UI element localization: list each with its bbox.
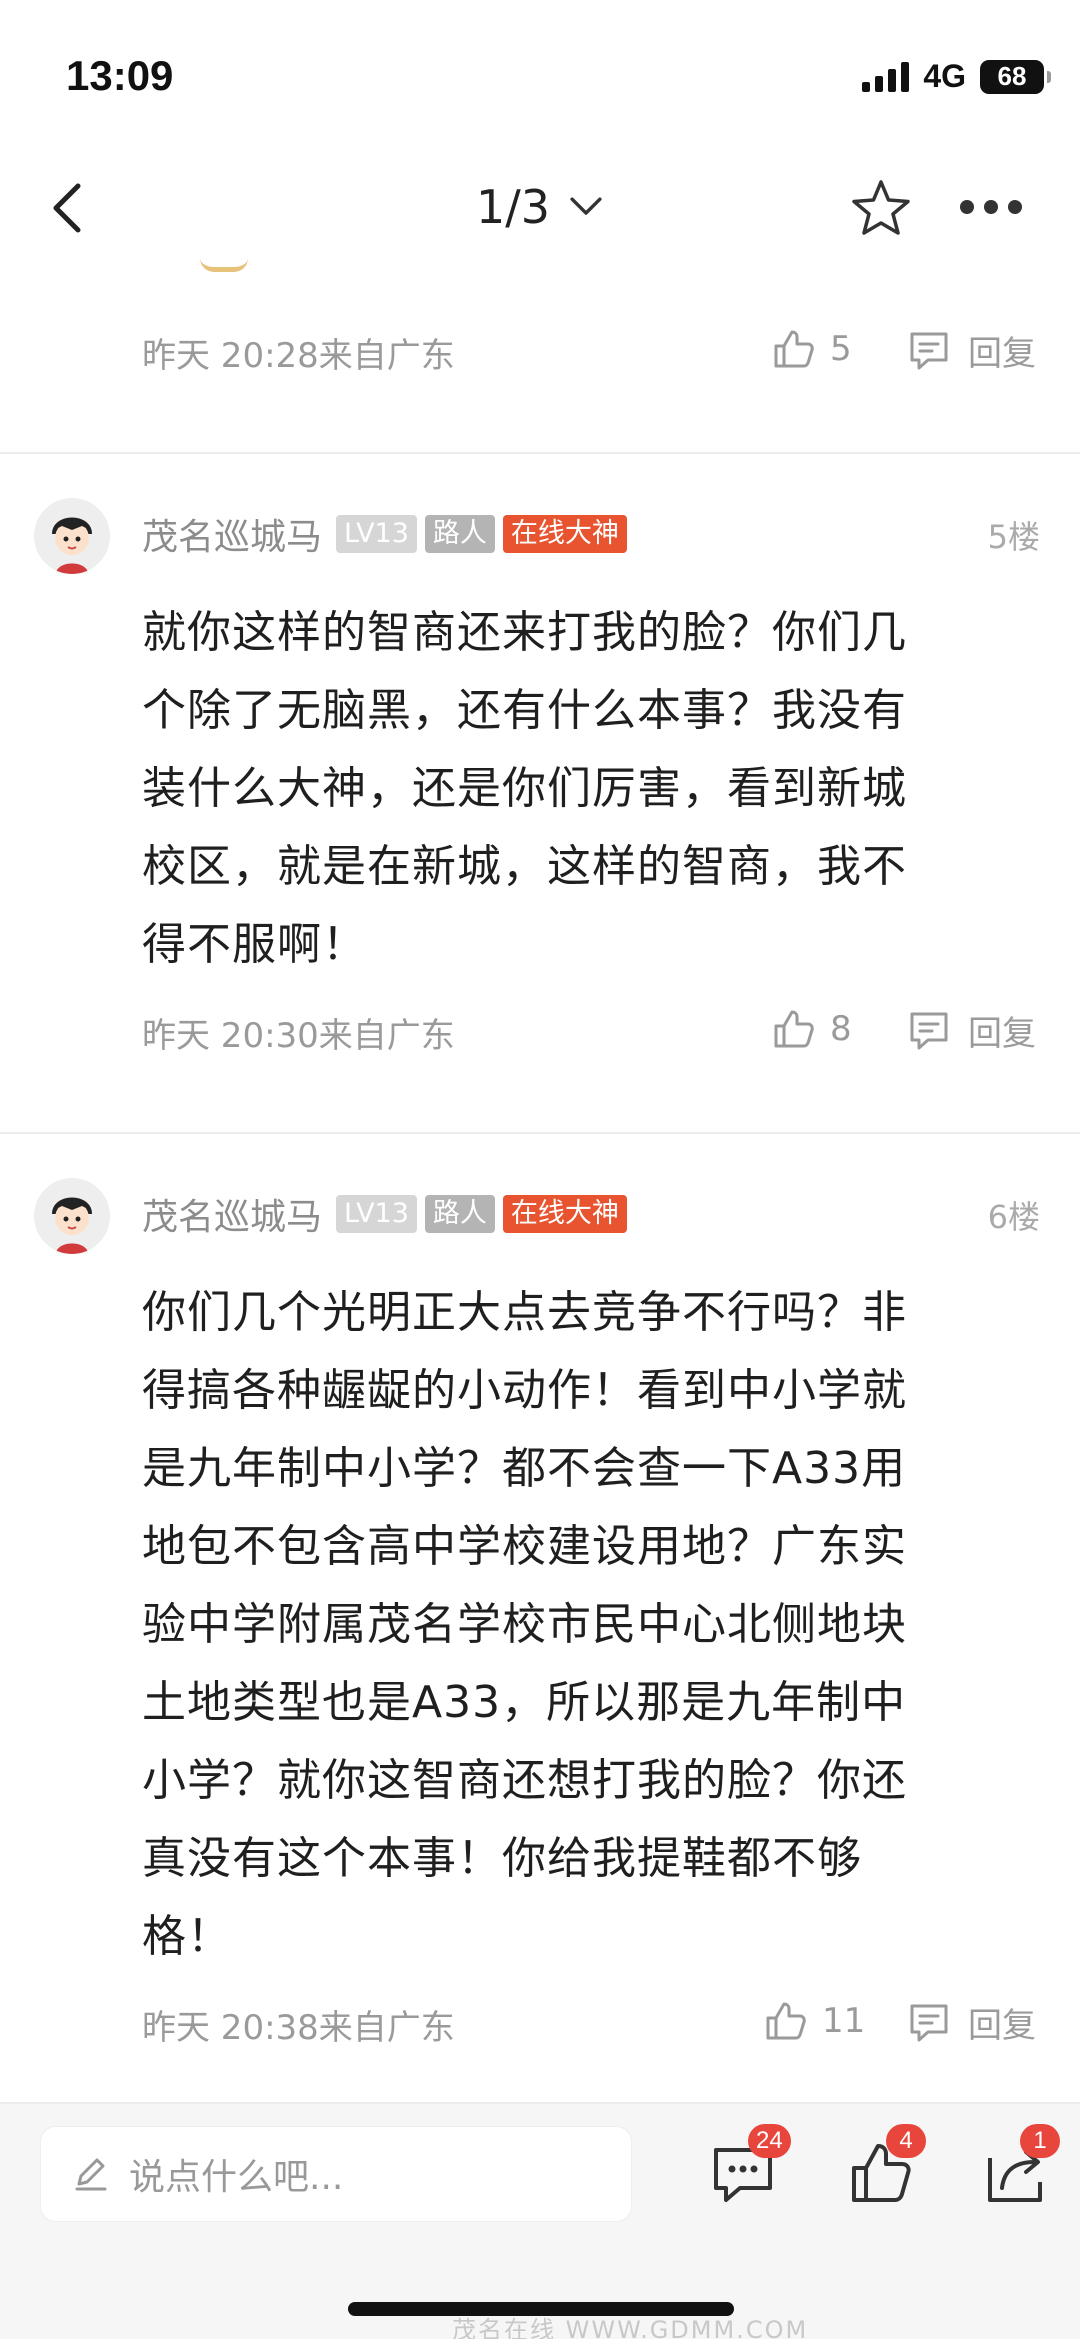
more-dot-icon [1008, 200, 1022, 214]
like-button[interactable]: 5 [770, 326, 852, 372]
reply-button[interactable]: 回复 [906, 1006, 1036, 1055]
post-line: 校区，就是在新城，这样的智商，我不 [142, 841, 907, 892]
pencil-icon [75, 2158, 107, 2191]
reply-button[interactable]: 回复 [906, 326, 1036, 375]
reply-label: 回复 [968, 1014, 1036, 1054]
prev-post-meta: 昨天 20:28来自广东 5 回复 [0, 322, 1080, 382]
post-line: 验中学附属茂名学校市民中心北侧地块 [142, 1599, 907, 1650]
like-button[interactable]: 8 [770, 1006, 852, 1052]
battery-level: 68 [997, 61, 1027, 91]
role-badge: 路人 [424, 1195, 495, 1233]
like-button[interactable]: 11 [762, 1998, 865, 2044]
post-line: 得不服啊！ [142, 919, 367, 970]
reply-label: 回复 [968, 2006, 1036, 2046]
like-post-button[interactable]: 4 [846, 2124, 926, 2208]
post-line: 是九年制中小学？都不会查一下A33用 [142, 1443, 907, 1494]
like-count: 11 [822, 2001, 866, 2041]
status-time: 13:09 [66, 52, 174, 99]
favorite-button[interactable] [848, 176, 914, 242]
user-avatar-icon [34, 498, 110, 574]
post-time: 昨天 20:38来自广东 [142, 2008, 455, 2048]
user-avatar-icon [34, 1178, 110, 1254]
post-line: 个除了无脑黑，还有什么本事？我没有 [142, 685, 907, 736]
level-badge: LV13 [336, 515, 417, 553]
post-time: 昨天 20:30来自广东 [142, 1016, 455, 1056]
chevron-down-icon [570, 197, 602, 215]
post-line: 土地类型也是A33，所以那是九年制中 [142, 1677, 907, 1728]
post-content: 你们几个光明正大点去竞争不行吗？非 得搞各种龌龊的小动作！看到中小学就 是九年制… [142, 1274, 1012, 1976]
input-placeholder: 说点什么吧... [129, 2157, 344, 2198]
title-badge: 在线大神 [502, 515, 627, 553]
floor-number: 5楼 [987, 518, 1040, 556]
divider [0, 1132, 1080, 1134]
title-badge: 在线大神 [502, 1195, 627, 1233]
divider [0, 452, 1080, 454]
thumbs-up-icon [774, 1010, 814, 1048]
post-line: 真没有这个本事！你给我提鞋都不够 [142, 1833, 862, 1884]
post-meta: 昨天 20:30来自广东 8 回复 [0, 1002, 1080, 1062]
post-line: 地包不包含高中学校建设用地？广东实 [142, 1521, 907, 1572]
user-info: 茂名巡城马 LV13 路人 在线大神 [142, 508, 627, 560]
comment-icon [910, 1012, 948, 1049]
post-line: 格！ [142, 1911, 232, 1962]
like-count-badge: 4 [886, 2124, 926, 2158]
comments-button[interactable]: 24 [708, 2124, 791, 2208]
page-indicator: 1/3 [475, 180, 551, 234]
like-count: 8 [830, 1009, 852, 1049]
thumbs-up-icon [766, 2002, 806, 2040]
post-content: 就你这样的智商还来打我的脸？你们几 个除了无脑黑，还有什么本事？我没有 装什么大… [142, 594, 1012, 984]
status-indicators: 4G 68 [862, 58, 1051, 95]
share-count-badge: 1 [1020, 2124, 1060, 2158]
post-line: 就你这样的智商还来打我的脸？你们几 [142, 607, 907, 658]
username[interactable]: 茂名巡城马 [142, 1188, 322, 1240]
thumbs-up-icon [774, 330, 814, 368]
nav-bar: 1/3 [0, 150, 1080, 270]
level-badge: LV13 [336, 1195, 417, 1233]
watermark-logo: 茂名在线 WWW.GDMM.COM [452, 2316, 809, 2339]
battery-icon: 68 [980, 59, 1051, 94]
post-line: 你们几个光明正大点去竞争不行吗？非 [142, 1287, 907, 1338]
signal-icon [862, 61, 910, 92]
avatar[interactable] [34, 1178, 110, 1254]
share-button[interactable]: 1 [980, 2124, 1060, 2208]
reply-button[interactable]: 回复 [906, 1998, 1036, 2047]
post-meta: 昨天 20:38来自广东 11 回复 [0, 1994, 1080, 2054]
star-icon [852, 180, 910, 235]
partial-avatar [200, 258, 248, 272]
post-time: 昨天 20:28来自广东 [142, 336, 455, 376]
comment-icon [910, 332, 948, 369]
more-button[interactable] [960, 200, 1022, 214]
network-type: 4G [923, 58, 966, 94]
post-line: 得搞各种龌龊的小动作！看到中小学就 [142, 1365, 907, 1416]
role-badge: 路人 [424, 515, 495, 553]
more-dot-icon [960, 200, 974, 214]
username[interactable]: 茂名巡城马 [142, 508, 322, 560]
post-line: 小学？就你这智商还想打我的脸？你还 [142, 1755, 907, 1806]
comment-count-badge: 24 [748, 2124, 791, 2158]
post-line: 装什么大神，还是你们厉害，看到新城 [142, 763, 907, 814]
more-dot-icon [984, 200, 998, 214]
comment-icon [910, 2004, 948, 2041]
user-info: 茂名巡城马 LV13 路人 在线大神 [142, 1188, 627, 1240]
page-selector[interactable]: 1/3 [0, 180, 1080, 234]
avatar[interactable] [34, 498, 110, 574]
like-count: 5 [830, 329, 852, 369]
reply-label: 回复 [968, 334, 1036, 374]
comment-input[interactable]: 说点什么吧... [40, 2126, 632, 2222]
floor-number: 6楼 [987, 1198, 1040, 1236]
status-bar: 13:09 4G 68 [0, 0, 1080, 150]
